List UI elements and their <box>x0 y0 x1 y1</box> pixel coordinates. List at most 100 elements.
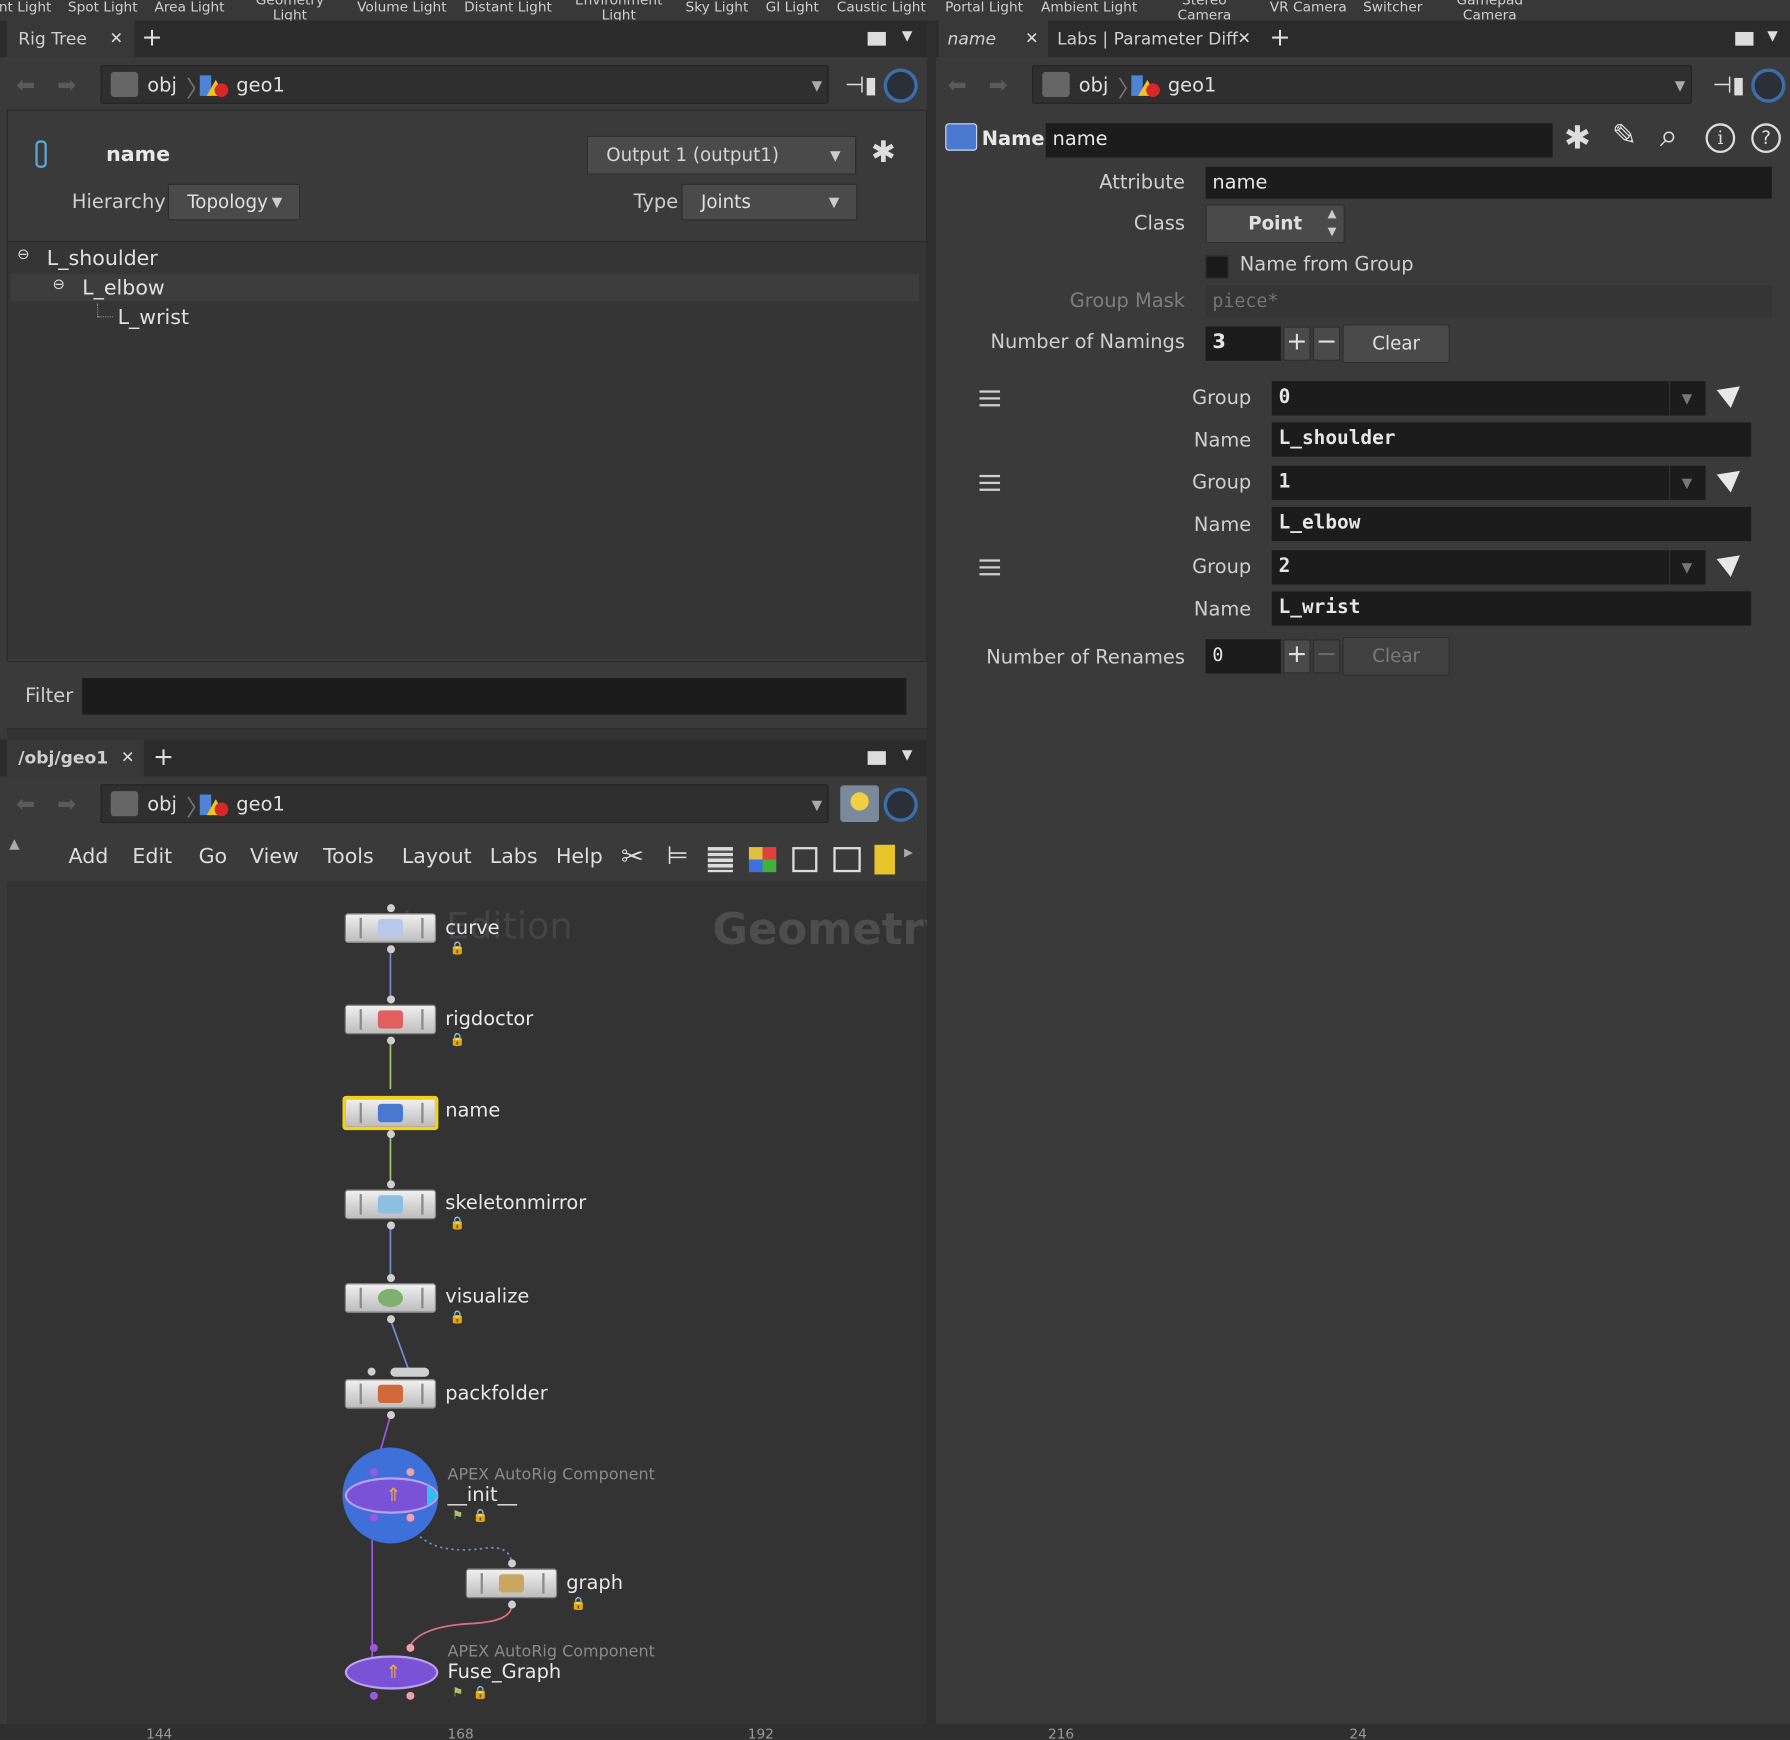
close-icon[interactable]: ✕ <box>1237 21 1250 58</box>
close-icon[interactable]: ✕ <box>121 740 134 777</box>
shelf-item-volume-light[interactable]: Volume Light <box>357 0 447 15</box>
output-port[interactable] <box>387 1315 395 1324</box>
shelf-item-vr-camera[interactable]: VR Camera <box>1270 0 1347 15</box>
filter-input[interactable] <box>82 678 907 715</box>
menu-add[interactable]: Add <box>68 845 108 869</box>
pane-menu-arrow-icon[interactable]: ▼ <box>1767 27 1778 43</box>
maximize-pane-icon[interactable] <box>867 751 886 765</box>
clear-renames-button[interactable]: Clear <box>1342 637 1450 676</box>
group-dropdown-0[interactable]: ▼ <box>1669 381 1706 416</box>
path-obj[interactable]: obj <box>147 74 177 97</box>
name-input-0[interactable]: L_shoulder <box>1271 422 1752 457</box>
tree-view-icon[interactable]: ⊨ <box>667 843 689 872</box>
input-port[interactable] <box>406 1468 415 1477</box>
num-renames-input[interactable]: 0 <box>1205 639 1281 674</box>
drag-handle-icon[interactable] <box>979 559 1001 576</box>
name-from-group-checkbox[interactable] <box>1205 255 1229 279</box>
auto-rig-flag-icon[interactable]: ⚑ <box>452 1685 463 1700</box>
tab-parameter-diff[interactable]: Labs | Parameter Diff ✕ <box>1050 21 1262 58</box>
color-palette-icon[interactable] <box>748 847 777 873</box>
path-dropdown-icon[interactable]: ▼ <box>1675 78 1686 94</box>
node-skeletonmirror[interactable] <box>344 1189 437 1220</box>
node-name-selected[interactable] <box>342 1095 439 1131</box>
select-arrow-icon[interactable] <box>1716 461 1747 493</box>
tree-row-l-shoulder[interactable]: ⊖ L_shoulder <box>10 244 919 271</box>
list-view-icon[interactable] <box>707 847 733 873</box>
info-icon[interactable]: i <box>1705 123 1736 153</box>
path-geo[interactable]: geo1 <box>236 74 284 97</box>
tab-obj-geo1[interactable]: /obj/geo1 ✕ <box>6 739 144 777</box>
link-pane-icon[interactable] <box>883 68 918 103</box>
auto-rig-flag-icon[interactable]: ⚑ <box>452 1508 463 1523</box>
shelf-item-area-light[interactable]: Area Light <box>154 0 224 15</box>
input-port[interactable] <box>387 1274 395 1283</box>
pane-splitter[interactable] <box>6 728 927 740</box>
link-pane-icon[interactable] <box>883 787 918 822</box>
group-dropdown-2[interactable]: ▼ <box>1669 550 1706 585</box>
node-rigdoctor[interactable] <box>344 1004 437 1035</box>
tree-row-l-wrist[interactable]: L_wrist <box>10 303 919 331</box>
shelf-item-geometry-light[interactable]: Geometry Light <box>256 0 324 23</box>
layout-icon[interactable] <box>833 847 861 873</box>
display-flag-icon[interactable] <box>426 1484 439 1507</box>
collapse-icon[interactable]: ⊖ <box>53 276 65 293</box>
output-port[interactable] <box>387 1130 395 1139</box>
output-port[interactable] <box>387 1036 395 1045</box>
close-icon[interactable]: ✕ <box>110 21 123 58</box>
hierarchy-select[interactable]: Topology ▼ <box>167 183 301 221</box>
network-editor[interactable]: Geometry le Edition curve 🔒 r <box>6 881 927 1724</box>
select-arrow-icon[interactable] <box>1716 377 1747 409</box>
chevron-right-icon[interactable]: ▶ <box>904 847 913 860</box>
close-icon[interactable]: ✕ <box>1025 21 1038 58</box>
output-port[interactable] <box>406 1513 415 1522</box>
pane-menu-arrow-icon[interactable]: ▼ <box>902 747 913 763</box>
lock-icon[interactable]: 🔒 <box>450 1309 466 1324</box>
group-dropdown-1[interactable]: ▼ <box>1669 465 1706 501</box>
pin-icon[interactable]: ⊣▮ <box>845 71 877 98</box>
gear-icon[interactable]: ✱ <box>871 136 896 170</box>
output-select[interactable]: Output 1 (output1) ▼ <box>586 135 857 175</box>
group-mask-input[interactable] <box>1205 285 1772 318</box>
multi-input-port[interactable] <box>390 1367 430 1377</box>
group-input-1[interactable]: 1 <box>1271 465 1670 501</box>
node-graph[interactable] <box>465 1568 558 1599</box>
lock-icon[interactable]: 🔒 <box>450 1216 466 1231</box>
num-namings-input[interactable]: 3 <box>1205 326 1281 361</box>
input-port[interactable] <box>508 1559 517 1568</box>
help-icon[interactable]: ? <box>1751 123 1781 153</box>
shelf-item-gi-light[interactable]: GI Light <box>766 0 819 15</box>
node-init[interactable]: ⇑ <box>344 1477 439 1514</box>
add-tab-icon[interactable]: + <box>142 21 163 58</box>
pin-icon[interactable]: ⊣▮ <box>1712 71 1744 98</box>
grid-icon[interactable] <box>792 847 818 873</box>
shelf-item-gamepad-camera[interactable]: Gamepad Camera <box>1450 0 1530 23</box>
node-packfolder[interactable] <box>344 1379 437 1409</box>
forward-arrow-icon[interactable]: ➡ <box>989 71 1008 98</box>
path-dropdown-icon[interactable]: ▼ <box>812 78 823 94</box>
back-arrow-icon[interactable]: ⬅ <box>16 71 35 98</box>
gear-icon[interactable]: ✱ <box>1564 119 1591 157</box>
back-arrow-icon[interactable]: ⬅ <box>16 790 35 817</box>
node-fuse-graph[interactable]: ⇑ <box>344 1655 439 1690</box>
drag-handle-icon[interactable] <box>979 474 1001 491</box>
node-curve[interactable] <box>344 913 437 943</box>
shelf-item-caustic-light[interactable]: Caustic Light <box>837 0 926 15</box>
shelf-item-portal-light[interactable]: Portal Light <box>945 0 1023 15</box>
path-geo[interactable]: geo1 <box>236 793 284 816</box>
lock-icon[interactable]: 🔒 <box>473 1508 489 1523</box>
tree-row-l-elbow[interactable]: ⊖ L_elbow <box>10 273 919 302</box>
tools-icon[interactable]: ✂ <box>621 840 644 872</box>
name-node-type-icon[interactable] <box>945 123 978 151</box>
path-bar[interactable]: obj 〉 geo1 ▼ <box>1032 65 1692 104</box>
shelf-item-switcher[interactable]: Switcher <box>1363 0 1422 15</box>
menu-go[interactable]: Go <box>199 845 228 869</box>
attribute-input[interactable]: name <box>1205 166 1772 199</box>
remove-naming-button[interactable]: − <box>1312 326 1341 361</box>
back-arrow-icon[interactable]: ⬅ <box>948 71 967 98</box>
output-port[interactable] <box>387 1411 395 1420</box>
menu-view[interactable]: View <box>250 845 299 869</box>
input-port[interactable] <box>369 1468 378 1477</box>
lock-icon[interactable]: 🔒 <box>571 1596 587 1611</box>
node-name-input[interactable]: name <box>1045 123 1553 158</box>
drag-handle-icon[interactable] <box>979 390 1001 407</box>
